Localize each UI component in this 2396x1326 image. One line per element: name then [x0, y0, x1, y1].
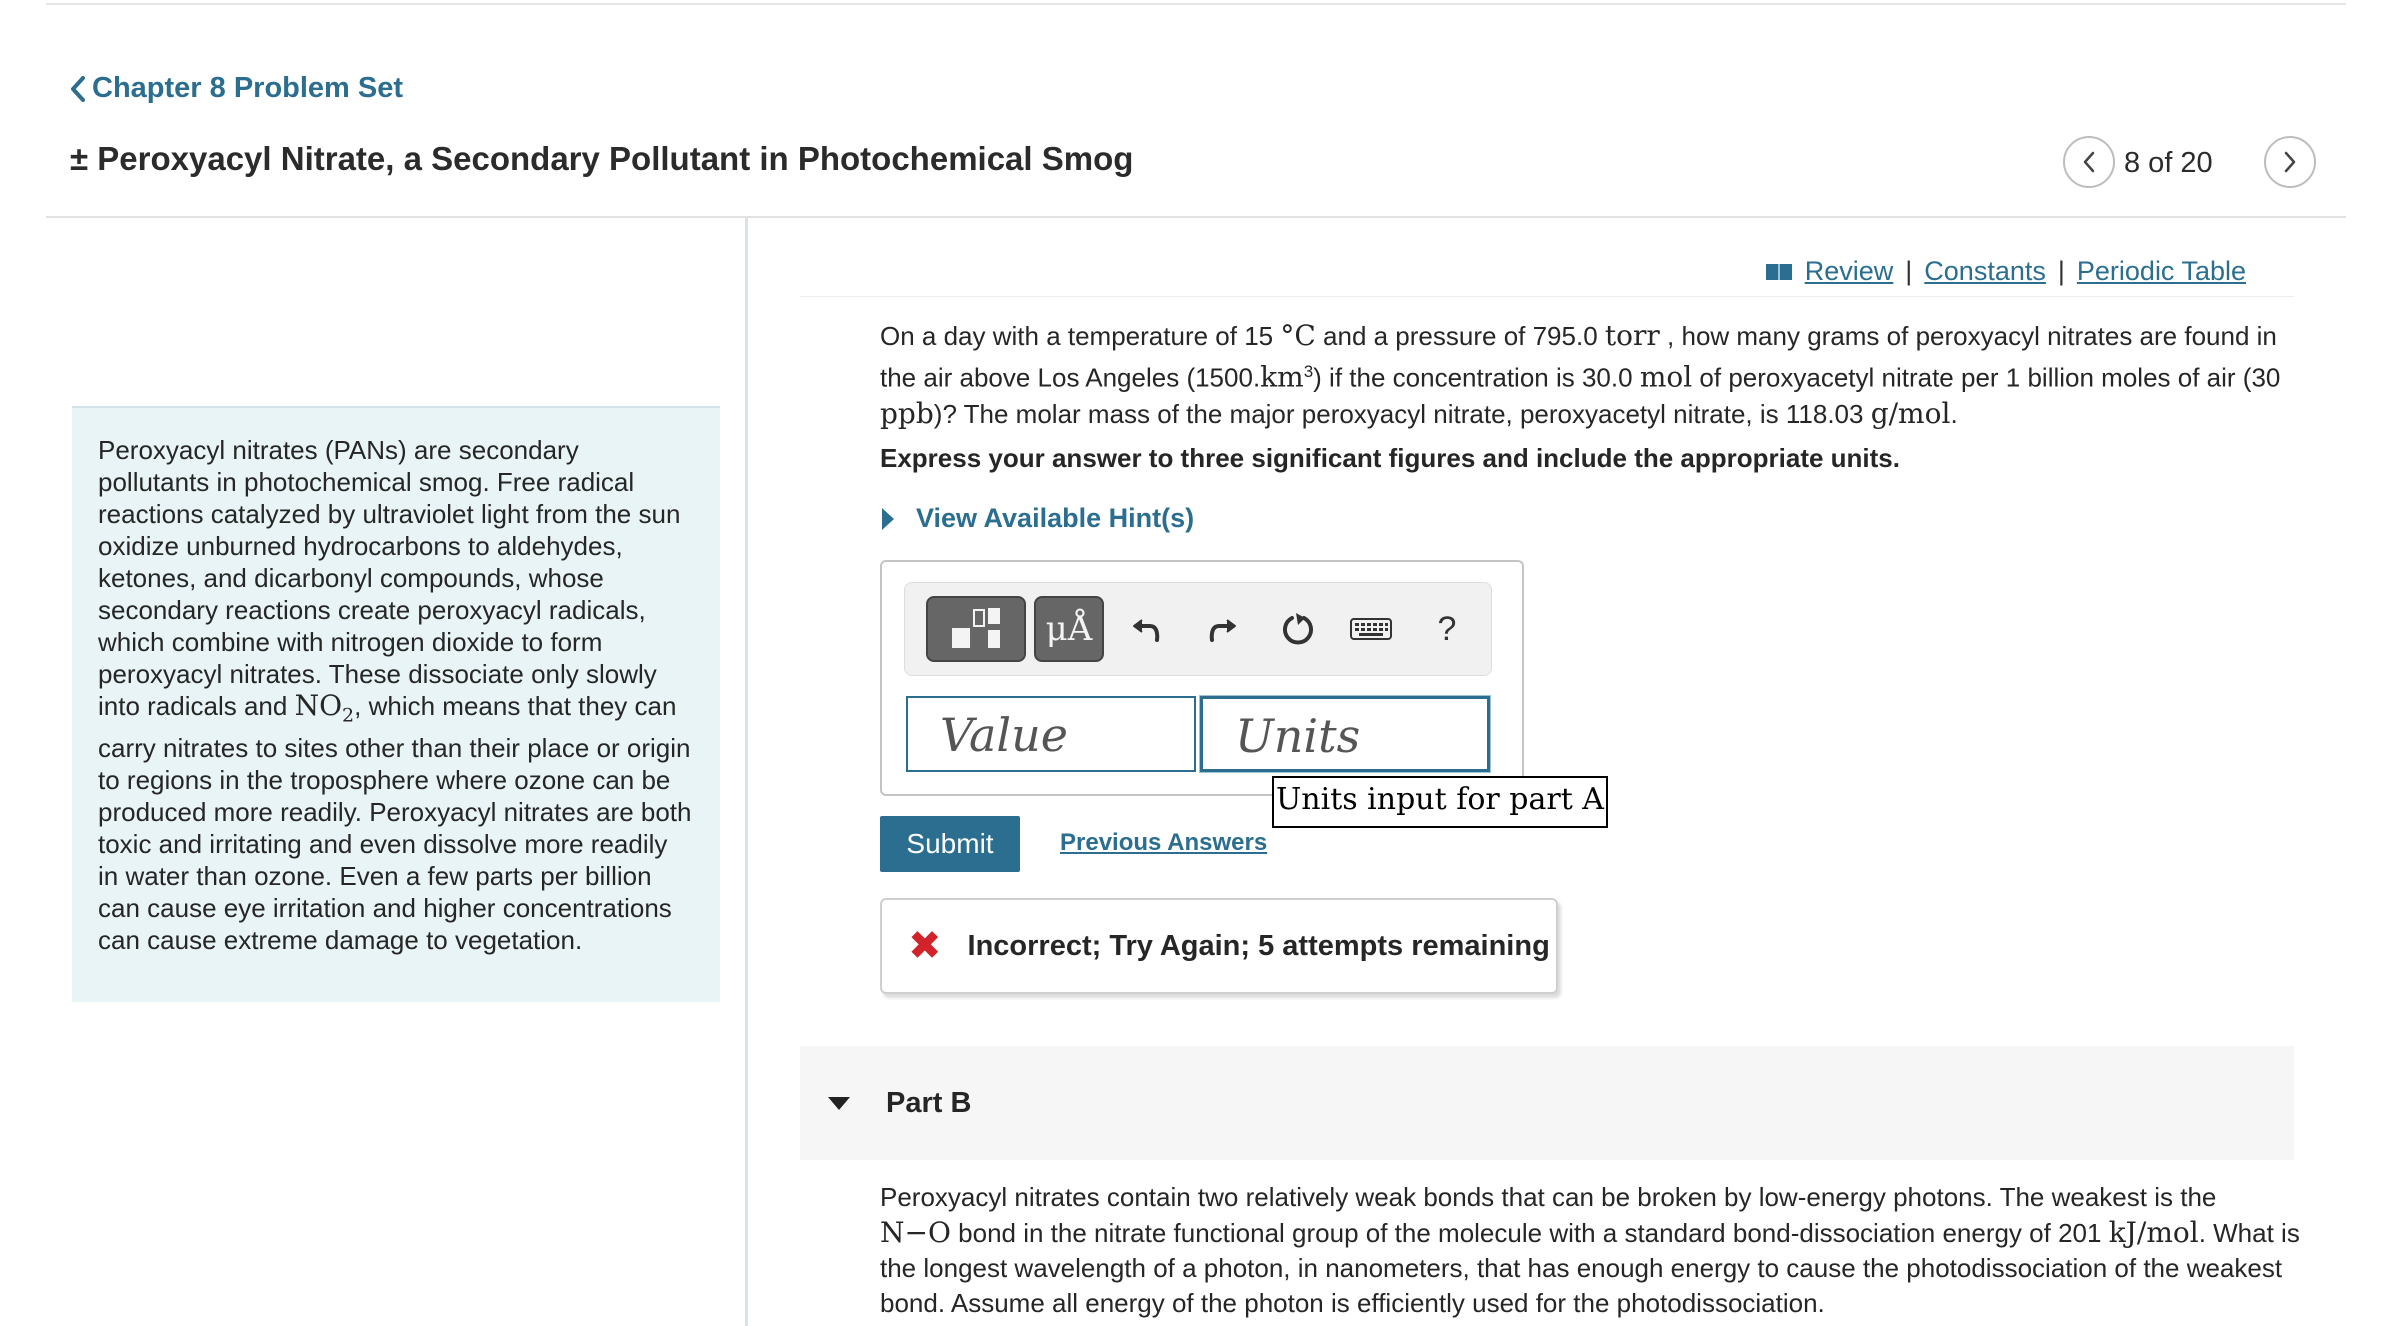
units-symbol: μÅ — [1045, 609, 1093, 649]
units-button[interactable]: μÅ — [1034, 596, 1104, 662]
review-link[interactable]: Review — [1805, 256, 1894, 287]
submit-button[interactable]: Submit — [880, 816, 1020, 872]
chevron-left-icon — [2083, 151, 2095, 173]
units-input-tooltip: Units input for part A — [1272, 776, 1608, 828]
feedback-message: ✖ Incorrect; Try Again; 5 attempts remai… — [880, 898, 1558, 994]
item-position-counter: 8 of 20 — [2124, 147, 2213, 179]
close-x-icon: ✖ — [908, 923, 942, 969]
value-input[interactable]: Value — [906, 696, 1196, 772]
units-input[interactable]: Units — [1200, 696, 1490, 772]
part-b-label: Part B — [886, 1086, 972, 1119]
links-divider — [800, 296, 2294, 297]
redo-icon — [1209, 619, 1236, 642]
resource-links: Review | Constants | Periodic Table — [1765, 256, 2246, 287]
next-item-button[interactable] — [2264, 136, 2316, 188]
page-title: ± Peroxyacyl Nitrate, a Secondary Pollut… — [70, 140, 1134, 177]
help-label: ? — [1437, 609, 1457, 648]
reset-button[interactable] — [1274, 605, 1322, 653]
periodic-table-link[interactable]: Periodic Table — [2077, 256, 2246, 287]
no2-formula: NO2 — [294, 689, 355, 727]
feedback-text: Incorrect; Try Again; 5 attempts remaini… — [967, 929, 1550, 962]
intro-text-start: Peroxyacyl nitrates (PANs) are secondary… — [98, 435, 681, 721]
triangle-right-icon — [882, 507, 894, 530]
back-to-problem-set-link[interactable]: Chapter 8 Problem Set — [70, 72, 403, 105]
intro-panel: Peroxyacyl nitrates (PANs) are secondary… — [72, 406, 720, 1002]
chevron-right-icon — [2284, 151, 2296, 173]
previous-answers-link[interactable]: Previous Answers — [1060, 829, 1267, 857]
triangle-down-icon — [828, 1096, 850, 1110]
intro-text-end: , which means that they can carry nitrat… — [98, 691, 692, 955]
part-b-header[interactable]: Part B — [800, 1046, 2294, 1160]
hints-label: View Available Hint(s) — [916, 503, 1195, 533]
answer-instruction: Express your answer to three significant… — [880, 443, 1900, 473]
help-button[interactable]: ? — [1423, 605, 1471, 653]
templates-button[interactable] — [926, 596, 1026, 662]
book-icon — [1765, 263, 1792, 280]
undo-icon — [1133, 619, 1160, 642]
chevron-left-icon — [71, 75, 85, 102]
link-separator: | — [1905, 256, 1913, 286]
view-hints-toggle[interactable]: View Available Hint(s) — [880, 503, 1194, 534]
part-a-question: On a day with a temperature of 15 °C and… — [880, 319, 2281, 430]
reset-icon — [1283, 613, 1313, 645]
units-placeholder: Units — [1235, 709, 1361, 763]
header-divider — [46, 216, 2346, 218]
previous-item-button[interactable] — [2063, 136, 2115, 188]
top-divider — [46, 3, 2346, 5]
redo-button[interactable] — [1198, 605, 1246, 653]
part-b-question: Peroxyacyl nitrates contain two relative… — [880, 1182, 2300, 1318]
constants-link[interactable]: Constants — [1924, 256, 2046, 287]
back-link-label: Chapter 8 Problem Set — [92, 72, 404, 104]
undo-button[interactable] — [1123, 605, 1171, 653]
value-placeholder: Value — [940, 708, 1068, 762]
templates-icon — [952, 608, 1000, 648]
link-separator: | — [2057, 256, 2065, 286]
column-divider — [745, 218, 748, 1326]
keyboard-button[interactable] — [1349, 605, 1393, 653]
keyboard-icon — [1350, 618, 1392, 640]
